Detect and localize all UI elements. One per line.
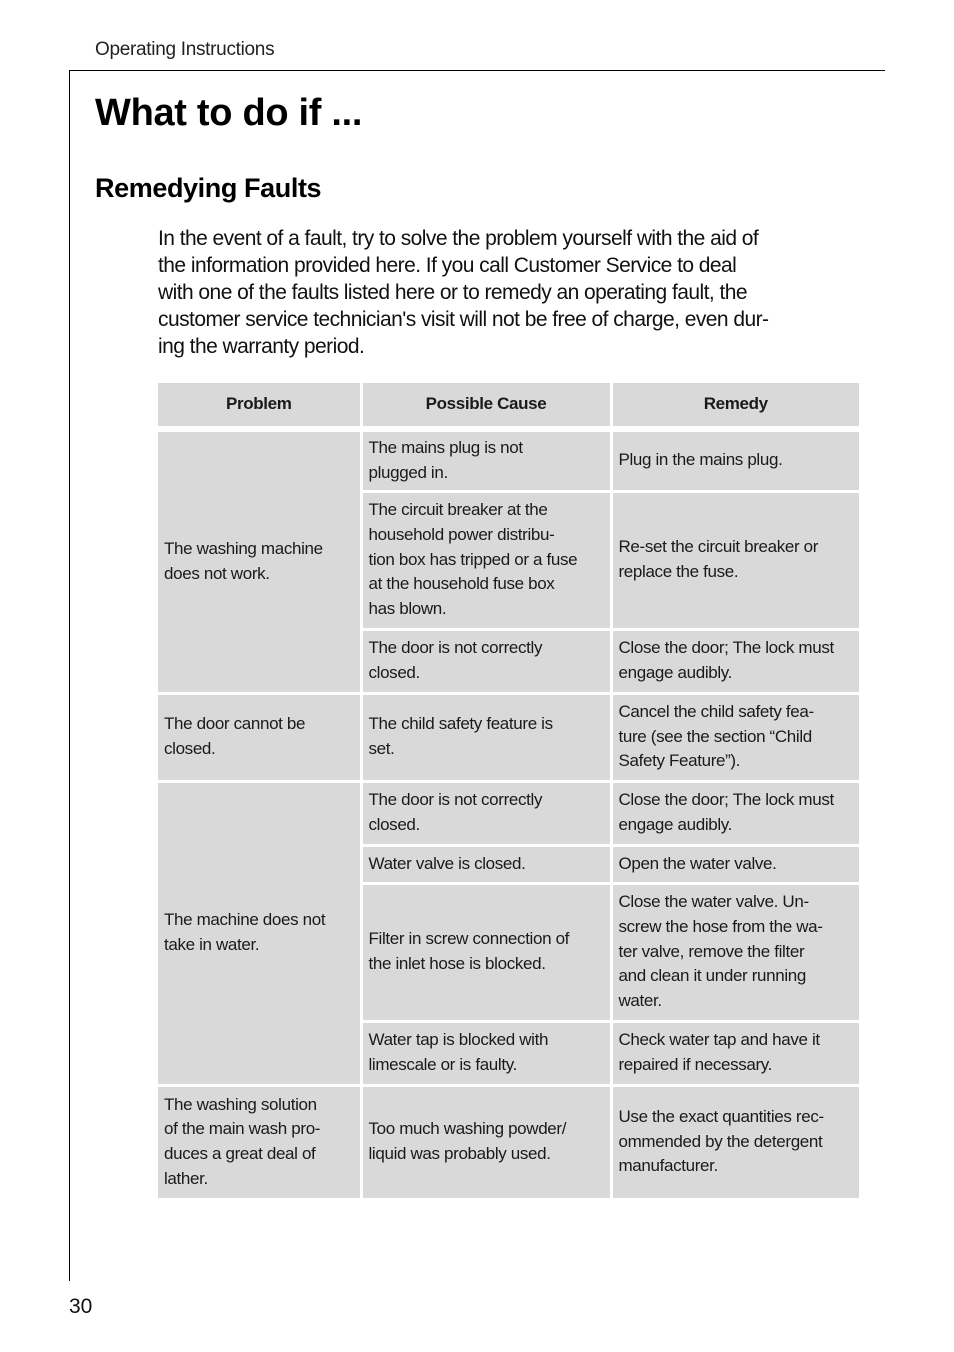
cause-cell: The child safety feature is set. [359,691,613,783]
cause-cell: The circuit breaker at the household powe… [359,489,613,631]
problem-text: lather. [164,1168,208,1188]
table-row: The washing solution of the main wash pro… [158,1083,859,1201]
remedy-cell: Cancel the child safety fea-ture (see th… [609,691,859,783]
cause-text: Water valve is closed. [368,853,526,873]
cause-cell: Water tap is blocked with limescale or is… [359,1019,613,1087]
intro-line: customer service technician's visit will… [158,308,769,331]
intro-line: ing the warranty period. [158,335,365,358]
table-body: The washing machine does not work. The mai… [158,429,859,1201]
cause-text: has blown. [368,599,447,619]
header-rule [69,70,885,71]
remedy-text: Close the water valve. Un- [618,892,810,912]
intro-paragraph: In the event of a fault, try to solve th… [158,225,860,360]
table-header-row: Problem Possible Cause Remedy [158,383,859,432]
problem-text: does not work. [164,563,270,583]
remedy-text: replace the fuse. [618,562,739,581]
cause-text: limescale or is faulty. [368,1055,518,1074]
cause-text: set. [368,739,395,758]
margin-rule [69,70,70,1281]
remedy-text: screw the hose from the wa- [618,916,823,936]
table-row: The machine does not take in water. The do… [158,779,859,1087]
remedy-cell: Plug in the mains plug. [609,429,859,493]
cause-cell: Too much washing powder/liquid was proba… [359,1083,613,1201]
column-header-cause: Possible Cause [359,383,613,432]
intro-line: with one of the faults listed here or to… [158,281,748,304]
problem-cell: The washing solution of the main wash pro… [158,1083,363,1201]
remedy-text: ommended by the detergent [618,1131,823,1151]
remedy-text: engage audibly. [618,663,733,682]
remedy-text: engage audibly. [618,815,733,834]
remedy-text: repaired if necessary. [618,1055,773,1074]
remedy-text: Open the water valve. [618,853,777,873]
remedy-cell: Close the water valve. Un-screw the hose… [609,881,859,1023]
problem-cell: The door cannot be closed. [158,691,363,783]
cause-text: The mains plug is not [368,438,524,458]
cause-text: The door is not correctly [368,790,543,810]
column-header-remedy: Remedy [609,383,859,432]
remedy-cell: Use the exact quantities rec-ommended by… [609,1083,859,1201]
cause-cell: The door is not correctly closed. [359,627,613,695]
remedy-text: Re-set the circuit breaker or [618,537,819,557]
remedy-text: manufacturer. [618,1156,719,1176]
cause-cell: The mains plug is not plugged in. [359,429,613,493]
cause-text: closed. [368,663,421,682]
intro-line: the information provided here. If you ca… [158,254,737,277]
column-header-problem: Problem [158,383,363,432]
remedy-text: Plug in the mains plug. [618,450,783,470]
problem-text: The door cannot be [164,714,306,734]
remedy-text: ture (see the section “Child [618,726,813,746]
running-header: Operating Instructions [95,39,275,60]
cause-cell: Filter in screw connection of the inlet h… [359,881,613,1023]
problem-text: take in water. [164,935,260,954]
problem-text: The washing solution [164,1094,317,1114]
remedy-text: Close the door; The lock must [618,638,835,658]
problem-text: The washing machine [164,539,323,559]
cause-cell: Water valve is closed. [359,843,613,885]
problem-text: closed. [164,739,216,758]
cause-text: Filter in screw connection of [368,929,570,949]
cause-text: closed. [368,815,421,834]
remedy-text: Check water tap and have it [618,1030,821,1050]
remedy-cell: Check water tap and have it repaired if n… [609,1019,859,1087]
cause-text: plugged in. [368,462,449,482]
table-row: The washing machine does not work. The mai… [158,429,859,695]
remedy-cell: Re-set the circuit breaker or replace the… [609,489,859,631]
cause-text: Water tap is blocked with [368,1030,549,1050]
remedy-text: and clean it under running [618,966,807,986]
cause-text: The door is not correctly [368,638,543,658]
remedy-text: Use the exact quantities rec- [618,1106,825,1126]
page-number: 30 [69,1295,93,1318]
cause-text: liquid was probably used. [368,1144,552,1163]
remedy-text: ter valve, remove the filter [618,941,805,961]
problem-cell: The machine does not take in water. [158,779,363,1087]
cause-text: household power distribu- [368,524,555,544]
cause-text: at the household fuse box [368,574,555,594]
cause-text: Too much washing powder/ [368,1119,567,1139]
problem-cell: The washing machine does not work. [158,429,363,695]
problem-text: The machine does not [164,910,326,930]
intro-line: In the event of a fault, try to solve th… [158,227,759,250]
page-title: What to do if ... [95,92,363,134]
cause-text: the inlet hose is blocked. [368,954,546,973]
remedy-text: Cancel the child safety fea- [618,701,815,721]
cause-text: The child safety feature is [368,714,554,734]
problem-text: of the main wash pro- [164,1119,321,1139]
remedy-cell: Close the door; The lock must engage audi… [609,779,859,847]
remedy-cell: Open the water valve. [609,843,859,885]
table-row: The door cannot be closed. The child safet… [158,691,859,783]
cause-cell: The door is not correctly closed. [359,779,613,847]
fault-table: Problem Possible Cause Remedy The washin… [158,383,859,1201]
cause-text: tion box has tripped or a fuse [368,549,578,569]
remedy-text: Close the door; The lock must [618,790,835,810]
remedy-cell: Close the door; The lock must engage audi… [609,627,859,695]
cause-text: The circuit breaker at the [368,500,548,520]
remedy-text: Safety Feature”). [618,751,741,771]
section-title: Remedying Faults [95,173,322,203]
problem-text: duces a great deal of [164,1144,316,1163]
remedy-text: water. [618,991,663,1011]
